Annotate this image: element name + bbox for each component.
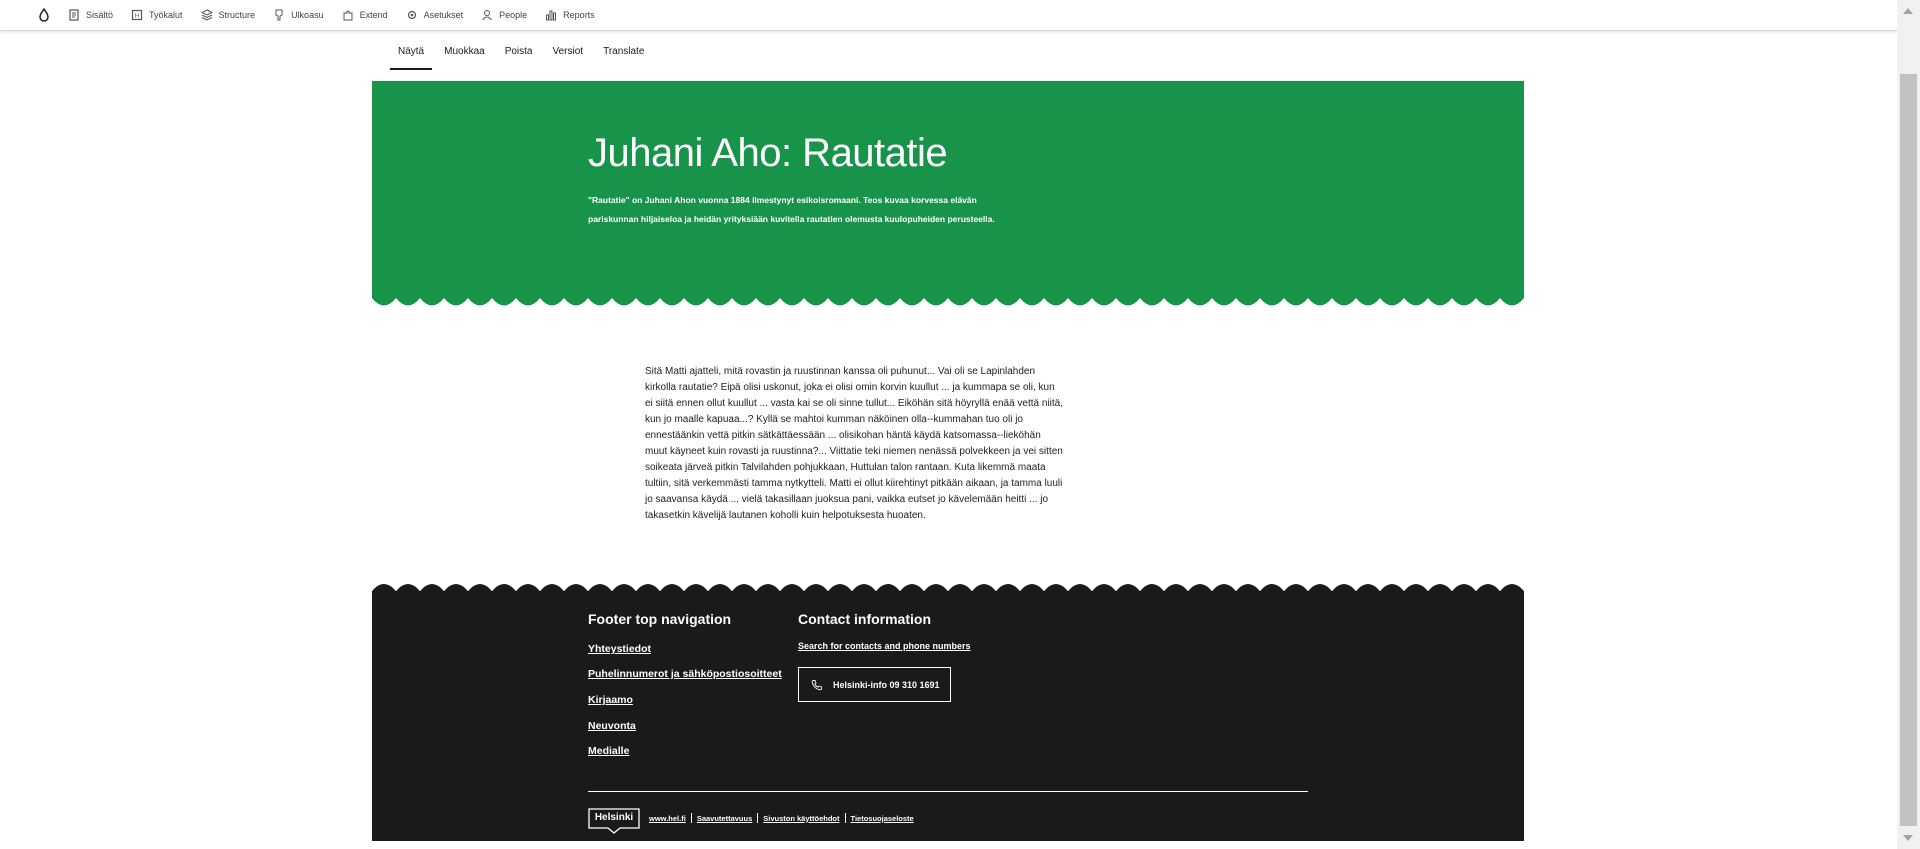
brush-icon bbox=[275, 9, 283, 21]
footer-link-medialle[interactable]: Medialle bbox=[588, 745, 629, 757]
toolbar-item-tyokalut[interactable]: H Työkalut bbox=[131, 0, 183, 31]
bottom-link-tietosuoja[interactable]: Tietosuojaseloste bbox=[851, 814, 914, 823]
admin-toolbar: Sisältö H Työkalut Structure Ulkoasu Ext… bbox=[0, 0, 1897, 31]
gear-icon bbox=[407, 10, 416, 20]
page-content: Juhani Aho: Rautatie "Rautatie" on Juhan… bbox=[372, 81, 1524, 841]
tab-versiot[interactable]: Versiot bbox=[543, 38, 594, 70]
helsinki-logo[interactable]: Helsinki bbox=[588, 808, 640, 834]
bottom-link-kayttoehdot[interactable]: Sivuston käyttöehdot bbox=[763, 814, 839, 823]
toolbar-item-people[interactable]: People bbox=[481, 0, 527, 31]
tab-muokkaa[interactable]: Muokkaa bbox=[434, 38, 495, 70]
puzzle-icon bbox=[343, 10, 353, 21]
scrollbar-thumb[interactable] bbox=[1900, 74, 1917, 826]
toolbar-item-sisalto[interactable]: Sisältö bbox=[68, 0, 113, 31]
scroll-down-arrow-icon[interactable] bbox=[1903, 835, 1913, 841]
footer-link-puhelinnumerot[interactable]: Puhelinnumerot ja sähköpostiosoitteet bbox=[588, 668, 782, 680]
toolbar-item-extend[interactable]: Extend bbox=[342, 0, 388, 31]
contact-search-link[interactable]: Search for contacts and phone numbers bbox=[798, 641, 971, 651]
toolbar-label: Reports bbox=[563, 10, 595, 20]
tab-poista[interactable]: Poista bbox=[495, 38, 543, 70]
toolbar-label: Sisältö bbox=[86, 10, 114, 20]
footer-divider bbox=[588, 791, 1308, 792]
toolbar-label: People bbox=[499, 10, 528, 20]
toolbar-label: Extend bbox=[359, 10, 388, 20]
hero-wave-decoration bbox=[372, 291, 1524, 311]
tab-translate[interactable]: Translate bbox=[593, 38, 654, 70]
scroll-up-arrow-icon[interactable] bbox=[1903, 8, 1913, 14]
hero-banner: Juhani Aho: Rautatie "Rautatie" on Juhan… bbox=[372, 81, 1524, 301]
tab-naytä[interactable]: Näytä bbox=[388, 38, 434, 70]
footer: Footer top navigation Yhteystiedot Puhel… bbox=[372, 591, 1524, 841]
logo-text: Helsinki bbox=[594, 812, 634, 823]
body-paragraph: Sitä Matti ajatteli, mitä rovastin ja ru… bbox=[645, 366, 1064, 521]
toolbar-item-reports[interactable]: Reports bbox=[545, 0, 595, 31]
bottom-link-saavutettavuus[interactable]: Saavutettavuus bbox=[697, 814, 752, 823]
person-icon bbox=[482, 10, 493, 21]
toolbar-label: Structure bbox=[218, 10, 256, 20]
phone-label: Helsinki-info 09 310 1691 bbox=[833, 679, 940, 690]
toolbar-label: Ulkoasu bbox=[291, 10, 324, 20]
phone-icon bbox=[811, 679, 822, 690]
chart-icon bbox=[546, 10, 557, 21]
separator bbox=[690, 813, 692, 823]
footer-link-yhteystiedot[interactable]: Yhteystiedot bbox=[588, 643, 651, 655]
contact-title: Contact information bbox=[798, 611, 931, 627]
tools-icon: H bbox=[131, 9, 143, 21]
toolbar-label: Työkalut bbox=[149, 10, 183, 20]
footer-bottom-links: www.hel.fi Saavutettavuus Sivuston käytt… bbox=[649, 813, 914, 823]
footer-link-kirjaamo[interactable]: Kirjaamo bbox=[588, 694, 633, 706]
hero-lead-text: "Rautatie" on Juhani Ahon vuonna 1884 il… bbox=[588, 195, 995, 224]
toolbar-item-ulkoasu[interactable]: Ulkoasu bbox=[273, 0, 324, 31]
footer-nav-title: Footer top navigation bbox=[588, 611, 732, 627]
document-icon bbox=[69, 9, 79, 21]
structure-icon bbox=[200, 9, 213, 21]
vertical-scrollbar[interactable] bbox=[1897, 0, 1920, 849]
toolbar-item-asetukset[interactable]: Asetukset bbox=[406, 0, 464, 31]
page-title: Juhani Aho: Rautatie bbox=[588, 131, 948, 175]
toolbar-item-structure[interactable]: Structure bbox=[200, 0, 256, 31]
drupal-home-icon[interactable] bbox=[36, 7, 52, 23]
bottom-link-helfi[interactable]: www.hel.fi bbox=[649, 814, 686, 823]
phone-button[interactable]: Helsinki-info 09 310 1691 bbox=[798, 667, 951, 702]
toolbar-label: Asetukset bbox=[423, 10, 464, 20]
separator bbox=[757, 813, 759, 823]
separator bbox=[844, 813, 846, 823]
local-tasks-tabs: Näytä Muokkaa Poista Versiot Translate bbox=[388, 38, 654, 70]
svg-text:H: H bbox=[135, 14, 139, 20]
footer-link-neuvonta[interactable]: Neuvonta bbox=[588, 720, 636, 732]
